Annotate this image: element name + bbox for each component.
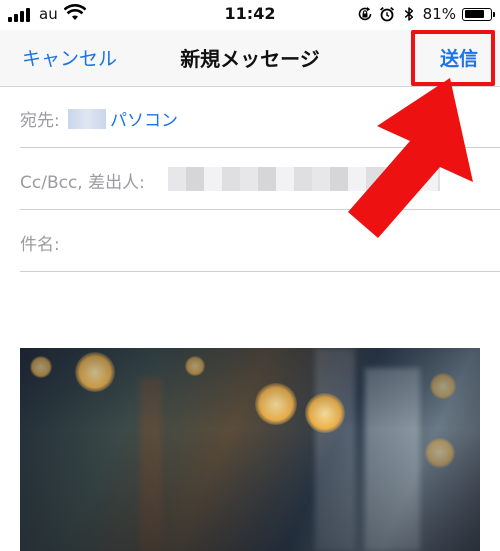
redacted-sender: [168, 167, 440, 191]
subject-label: 件名:: [20, 235, 60, 255]
status-bar: au 11:42 81%: [0, 0, 500, 30]
battery-icon: [462, 7, 495, 21]
recipient-name: パソコン: [110, 111, 178, 131]
page-title: 新規メッセージ: [180, 47, 320, 71]
cc-bcc-from-field[interactable]: Cc/Bcc, 差出人:: [20, 148, 500, 210]
to-label: 宛先:: [20, 111, 60, 131]
alarm-icon: [379, 6, 394, 22]
cc-bcc-from-label: Cc/Bcc, 差出人:: [20, 173, 145, 193]
battery-percent: 81%: [422, 5, 456, 23]
redacted-recipient: [68, 108, 106, 129]
status-indicators: 81%: [357, 4, 495, 24]
bluetooth-icon: [404, 7, 413, 21]
attached-photo[interactable]: [20, 348, 480, 551]
subject-field[interactable]: 件名:: [20, 210, 500, 272]
to-field[interactable]: 宛先: パソコン: [20, 86, 500, 148]
rotation-lock-icon: [358, 7, 371, 21]
navigation-bar: キャンセル 新規メッセージ 送信: [0, 30, 500, 87]
recipient-chip[interactable]: パソコン: [68, 106, 178, 131]
send-button[interactable]: 送信: [440, 44, 478, 71]
